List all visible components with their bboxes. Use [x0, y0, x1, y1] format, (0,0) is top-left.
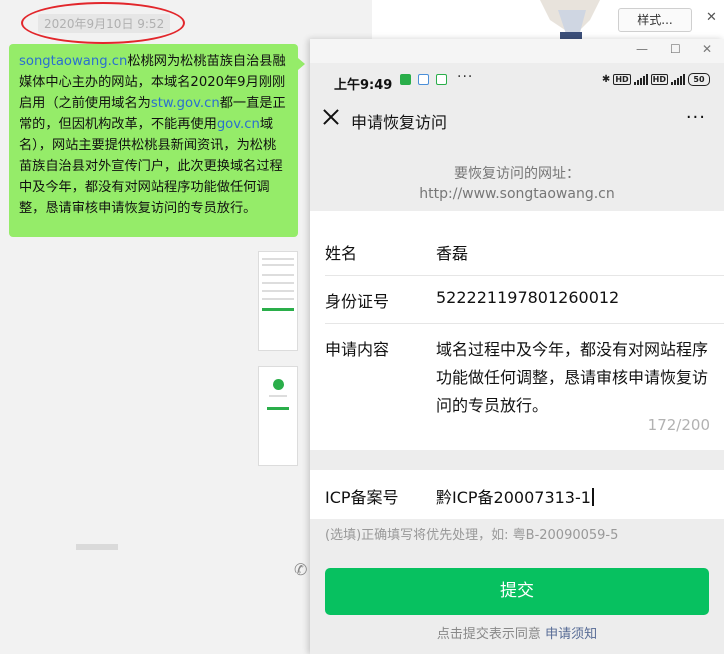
close-icon[interactable]: ✕ — [706, 10, 717, 25]
bubble-tail — [298, 58, 305, 70]
url-value: http://www.songtaowang.cn — [419, 186, 615, 202]
id-label: 身份证号 — [325, 292, 390, 311]
person-image — [520, 0, 620, 40]
wechat-icon — [400, 74, 411, 85]
page-title: 申请恢复访问 — [351, 113, 448, 132]
status-more-icon: ··· — [457, 69, 474, 85]
hd-icon: HD — [650, 74, 668, 85]
content-textarea[interactable]: 域名过程中及今年，都没有对网站程序功能做任何调整，恳请审核申请恢复访问的专员放行… — [436, 336, 712, 420]
divider — [325, 275, 724, 276]
submit-button[interactable]: 提交 — [325, 568, 709, 615]
calendar-icon — [418, 74, 429, 85]
maximize-icon[interactable]: ☐ — [670, 42, 681, 56]
status-time: 上午9:49 — [334, 78, 393, 93]
screenshot-thumbnail[interactable] — [258, 366, 298, 466]
app-header: 申请恢复访问 ··· — [310, 99, 724, 141]
close-icon[interactable] — [322, 108, 340, 126]
success-check-icon — [273, 379, 284, 390]
name-label: 姓名 — [325, 244, 358, 263]
bluetooth-icon: ✱ — [601, 74, 611, 85]
status-indicators: ✱ HD HD 50 — [602, 73, 710, 86]
phone-window: — ☐ ✕ 上午9:49 ··· ✱ HD HD 50 申请恢复访问 ··· 要… — [310, 39, 724, 654]
divider — [325, 323, 724, 324]
icp-field[interactable]: 黔ICP备20007313-1 — [436, 484, 594, 508]
icp-hint: (选填)正确填写将优先处理，如: 粤B-20090059-5 — [325, 528, 619, 543]
icp-value: 黔ICP备20007313-1 — [436, 488, 591, 507]
window-titlebar: — ☐ ✕ — [310, 39, 724, 63]
chat-message-bubble[interactable]: songtaowang.cn松桃网为松桃苗族自治县融媒体中心主办的网站，本域名2… — [9, 44, 298, 237]
signal-icon — [633, 74, 648, 85]
id-number-field[interactable]: 522221197801260012 — [436, 288, 619, 307]
screenshot-thumbnail[interactable] — [258, 251, 298, 351]
format-button[interactable]: 样式... — [618, 8, 692, 32]
app-icon — [436, 74, 447, 85]
bottom-section: (选填)正确填写将优先处理，如: 粤B-20090059-5 提交 点击提交表示… — [310, 519, 724, 654]
url-label: 要恢复访问的网址： — [454, 166, 580, 182]
battery-icon: 50 — [688, 73, 710, 86]
signal-icon — [671, 74, 685, 85]
name-field[interactable]: 香磊 — [436, 240, 468, 264]
red-circle-annotation — [21, 2, 185, 44]
section-gap — [310, 450, 724, 470]
url-section: 要恢复访问的网址： http://www.songtaowang.cn — [310, 141, 724, 211]
hd-icon: HD — [613, 74, 631, 85]
minimize-icon[interactable]: — — [636, 42, 648, 56]
content-label: 申请内容 — [325, 340, 390, 359]
more-icon[interactable]: ··· — [686, 107, 706, 128]
status-bar: 上午9:49 ··· ✱ HD HD 50 — [310, 63, 724, 99]
message-link-gov[interactable]: gov.cn — [217, 117, 260, 132]
char-counter: 172/200 — [647, 416, 710, 434]
agreement-text: 点击提交表示同意 申请须知 — [310, 623, 724, 642]
icp-label: ICP备案号 — [325, 488, 399, 507]
agreement-prefix: 点击提交表示同意 — [436, 627, 541, 642]
message-link-old-domain[interactable]: stw.gov.cn — [151, 96, 220, 111]
scrollbar-handle[interactable] — [76, 544, 118, 550]
window-close-icon[interactable]: ✕ — [702, 42, 712, 56]
message-link-domain[interactable]: songtaowang.cn — [19, 54, 127, 69]
text-cursor — [591, 488, 594, 506]
phone-icon[interactable]: ✆ — [294, 560, 307, 579]
terms-link[interactable]: 申请须知 — [545, 627, 597, 642]
